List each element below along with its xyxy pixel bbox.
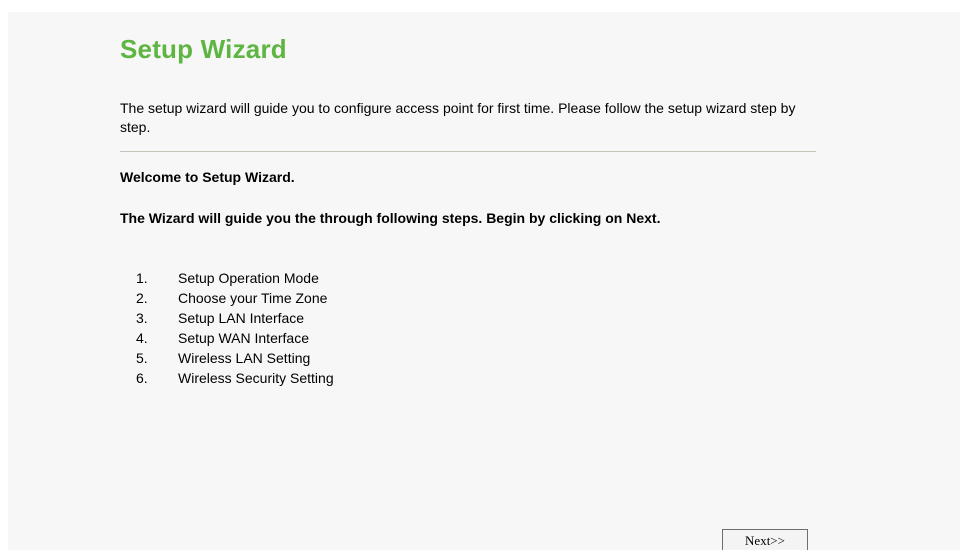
step-number: 6. [136, 370, 148, 386]
step-item: 4. Setup WAN Interface [134, 328, 334, 348]
step-number: 3. [136, 310, 148, 326]
step-number: 4. [136, 330, 148, 346]
step-number: 2. [136, 290, 148, 306]
step-label: Wireless Security Setting [178, 370, 334, 386]
step-item: 1. Setup Operation Mode [134, 268, 334, 288]
step-item: 2. Choose your Time Zone [134, 288, 334, 308]
step-item: 6. Wireless Security Setting [134, 368, 334, 388]
step-label: Setup WAN Interface [178, 330, 309, 346]
step-item: 5. Wireless LAN Setting [134, 348, 334, 368]
intro-text: The setup wizard will guide you to confi… [120, 100, 796, 135]
guide-text: The Wizard will guide you the through fo… [120, 210, 661, 226]
step-label: Setup Operation Mode [178, 270, 319, 286]
step-label: Wireless LAN Setting [178, 350, 311, 366]
welcome-heading: Welcome to Setup Wizard. [120, 169, 295, 185]
step-label: Setup LAN Interface [178, 310, 305, 326]
page-title: Setup Wizard [120, 34, 287, 64]
step-item: 3. Setup LAN Interface [134, 308, 334, 328]
step-number: 5. [136, 350, 148, 366]
step-number: 1. [136, 270, 148, 286]
step-label: Choose your Time Zone [178, 290, 328, 306]
next-button[interactable]: Next>> [722, 529, 808, 550]
divider [120, 151, 816, 152]
steps-list: 1. Setup Operation Mode 2. Choose your T… [134, 268, 334, 388]
